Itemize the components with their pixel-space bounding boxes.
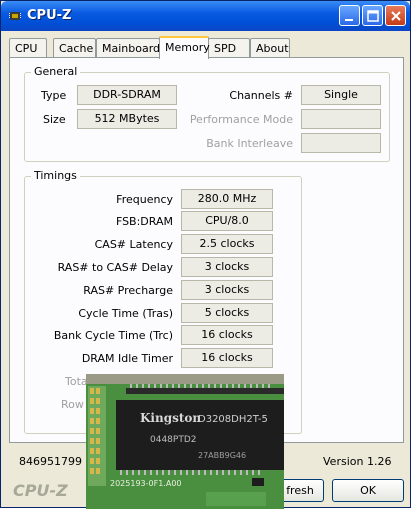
tab-cpu[interactable]: CPU	[9, 38, 47, 58]
maximize-button[interactable]	[362, 5, 383, 26]
ras-precharge-label: RAS# Precharge	[83, 284, 173, 297]
size-value: 512 MBytes	[77, 109, 177, 129]
bank-cycle-time-label: Bank Cycle Time (Trc)	[53, 329, 173, 342]
bank-cycle-time-value: 16 clocks	[181, 325, 273, 345]
chip-line-2: 0448PTD2	[150, 435, 197, 445]
fsb-dram-value: CPU/8.0	[181, 211, 273, 231]
frequency-label: Frequency	[116, 193, 173, 206]
cycle-time-value: 5 clocks	[181, 303, 273, 323]
minimize-icon	[345, 19, 353, 21]
type-value: DDR-SDRAM	[77, 85, 177, 105]
version-label: Version 1.26	[323, 455, 392, 468]
cycle-time-label: Cycle Time (Tras)	[78, 307, 173, 320]
fsb-dram-label: FSB:DRAM	[115, 215, 173, 228]
cpuz-logo: CPU-Z	[13, 481, 68, 500]
total-cas-label: Tota	[65, 375, 88, 388]
channels-label: Channels #	[229, 89, 293, 102]
tab-mainboard[interactable]: Mainboard	[96, 38, 160, 58]
dram-idle-timer-label: DRAM Idle Timer	[81, 352, 173, 365]
general-group-label: General	[31, 65, 81, 78]
general-group: General Type DDR-SDRAM Size 512 MBytes C…	[24, 65, 390, 162]
timings-group-label: Timings	[31, 169, 80, 182]
chip-line-3: 27ABB9G46	[198, 451, 246, 460]
cpuz-window: CPU-Z CPU Cache Mainboard Memory SPD Abo…	[0, 0, 411, 509]
frequency-value: 280.0 MHz	[181, 189, 273, 209]
tab-cache[interactable]: Cache	[53, 38, 96, 58]
performance-mode-label: Performance Mode	[189, 113, 293, 126]
tab-memory[interactable]: Memory	[159, 36, 210, 59]
ras-to-cas-label: RAS# to CAS# Delay	[57, 261, 173, 274]
cpu-chip-icon	[9, 12, 21, 20]
close-icon	[391, 11, 401, 21]
tab-spd[interactable]: SPD	[208, 38, 250, 58]
bank-interleave-value	[301, 133, 381, 153]
tab-about[interactable]: About	[250, 38, 290, 58]
chip-code: D3208DH2T-5	[198, 414, 268, 425]
performance-mode-value	[301, 109, 381, 129]
chip-brand: Kingston	[140, 411, 201, 425]
serial-number: 846951799	[19, 455, 82, 468]
cas-latency-label: CAS# Latency	[94, 238, 173, 251]
cas-latency-value: 2.5 clocks	[181, 234, 273, 254]
bank-interleave-label: Bank Interleave	[206, 137, 293, 150]
row-to-column-label: Row	[61, 398, 84, 411]
channels-value: Single	[301, 85, 381, 105]
close-button[interactable]	[385, 5, 406, 26]
title-bar[interactable]: CPU-Z	[1, 1, 410, 31]
memory-module-photo: Kingston D3208DH2T-5 0448PTD2 27ABB9G46 …	[86, 374, 284, 509]
maximize-icon	[367, 10, 379, 22]
size-label: Size	[43, 113, 66, 126]
ras-to-cas-value: 3 clocks	[181, 257, 273, 277]
pcb-code: 2025193-0F1.A00	[110, 479, 182, 488]
window-title: CPU-Z	[27, 8, 72, 23]
minimize-button[interactable]	[339, 5, 360, 26]
type-label: Type	[41, 89, 67, 102]
ok-button[interactable]: OK	[332, 479, 404, 502]
ras-precharge-value: 3 clocks	[181, 280, 273, 300]
dram-idle-timer-value: 16 clocks	[181, 348, 273, 368]
gold-contacts	[88, 386, 106, 486]
